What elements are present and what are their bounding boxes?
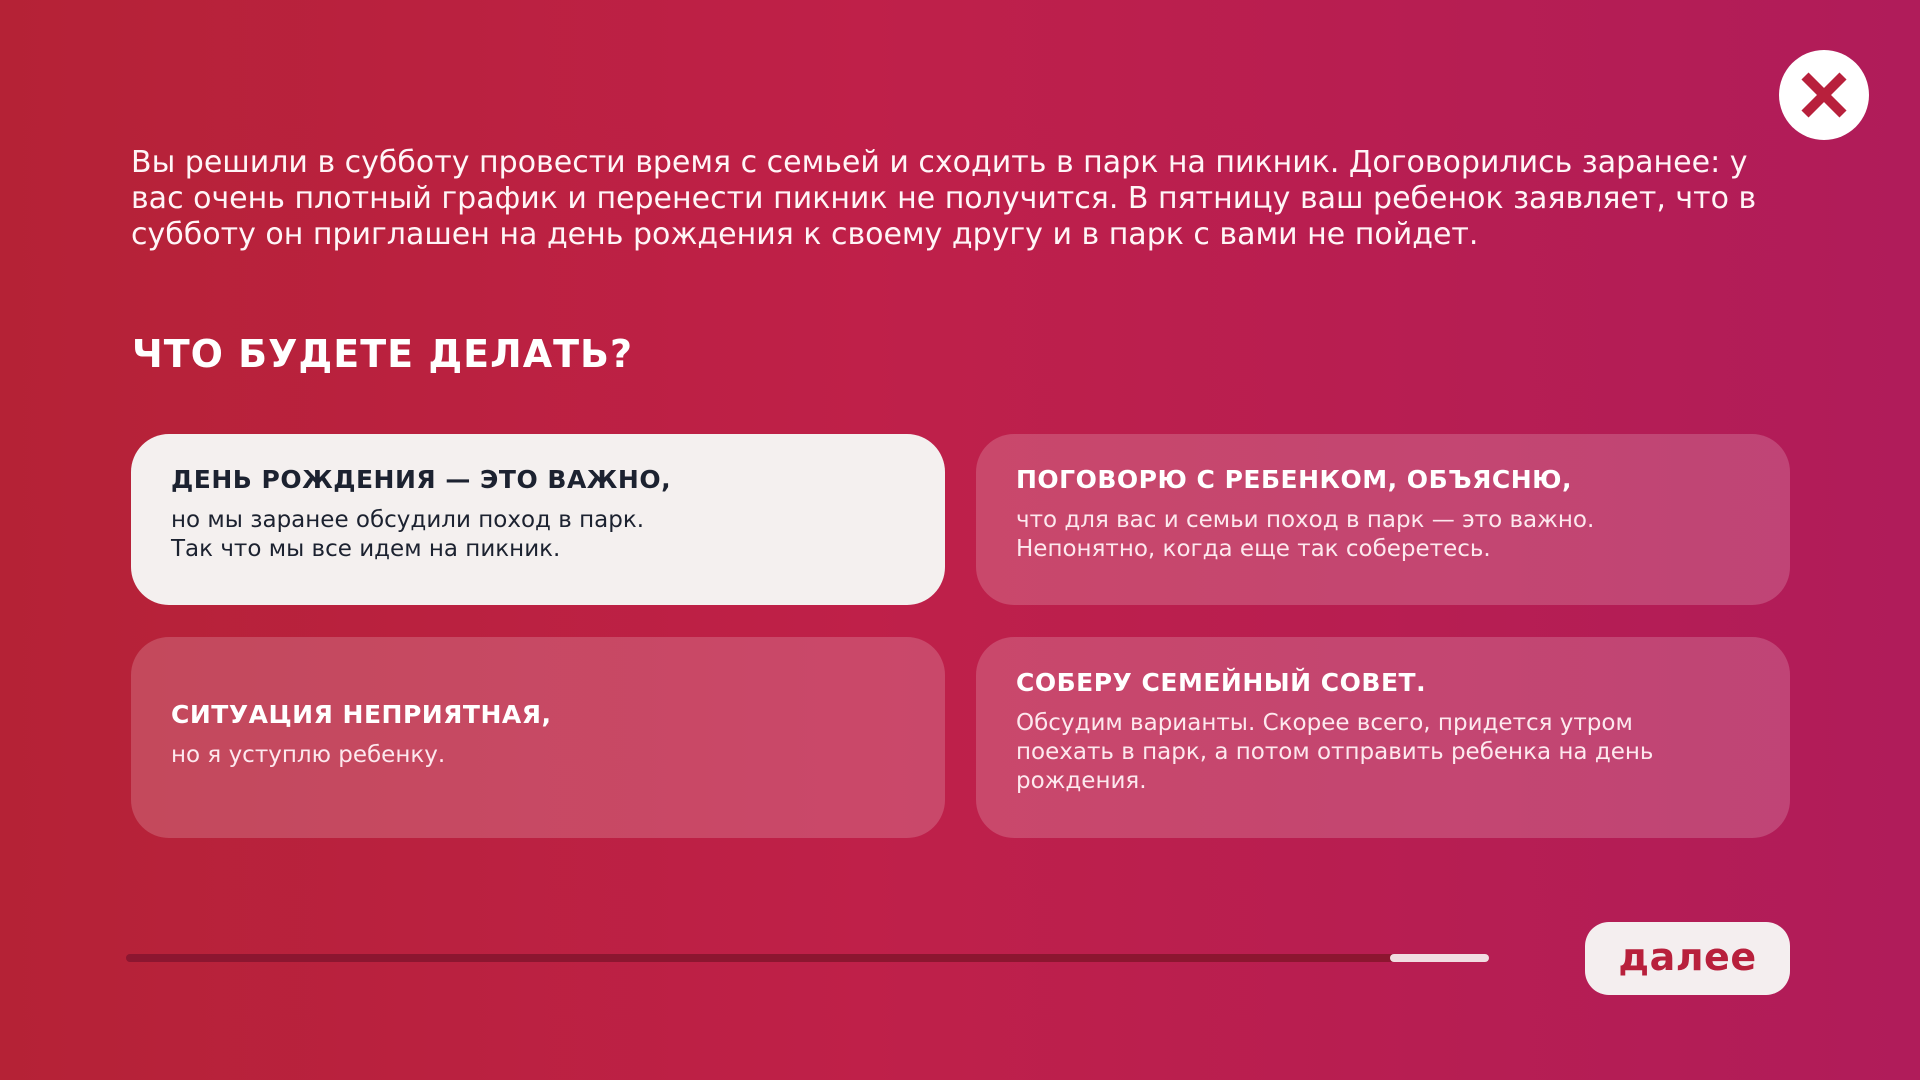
close-icon [1798,69,1850,121]
close-button[interactable] [1779,50,1869,140]
option-text: Обсудим варианты. Скорее всего, придется… [1016,710,1654,794]
question-heading: ЧТО БУДЕТЕ ДЕЛАТЬ? [132,332,634,376]
answer-option-3[interactable]: СИТУАЦИЯ НЕПРИЯТНАЯ, но я уступлю ребенк… [131,637,945,838]
option-text: но мы заранее обсудили поход в парк. Так… [171,507,645,562]
option-title: СОБЕРУ СЕМЕЙНЫЙ СОВЕТ. [1016,668,1427,697]
option-title: ПОГОВОРЮ С РЕБЕНКОМ, ОБЪЯСНЮ, [1016,465,1572,494]
option-title: ДЕНЬ РОЖДЕНИЯ — ЭТО ВАЖНО, [171,465,672,494]
answer-option-2[interactable]: ПОГОВОРЮ С РЕБЕНКОМ, ОБЪЯСНЮ, что для ва… [976,434,1790,605]
progress-bar [126,954,1489,962]
next-button[interactable]: далее [1585,922,1790,995]
option-text: но я уступлю ребенку. [171,742,446,768]
answer-option-1[interactable]: ДЕНЬ РОЖДЕНИЯ — ЭТО ВАЖНО, но мы заранее… [131,434,945,605]
progress-indicator [1390,954,1489,962]
scenario-text: Вы решили в субботу провести время с сем… [131,145,1757,252]
option-title: СИТУАЦИЯ НЕПРИЯТНАЯ, [171,700,552,729]
answer-option-4[interactable]: СОБЕРУ СЕМЕЙНЫЙ СОВЕТ. Обсудим варианты.… [976,637,1790,838]
option-text: что для вас и семьи поход в парк — это в… [1016,507,1595,562]
